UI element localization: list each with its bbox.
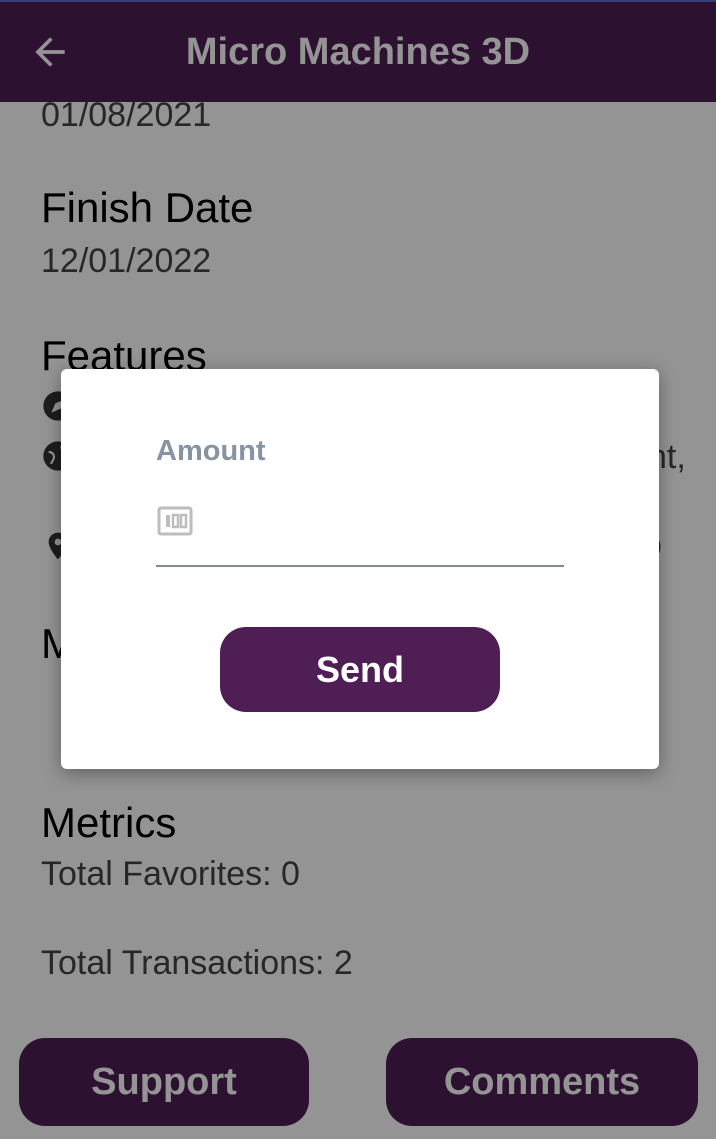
amount-dialog: Amount Send — [61, 369, 659, 769]
amount-label: Amount — [156, 435, 266, 467]
amount-input[interactable] — [156, 497, 564, 567]
send-button[interactable]: Send — [220, 627, 500, 712]
money-icon — [157, 506, 193, 536]
